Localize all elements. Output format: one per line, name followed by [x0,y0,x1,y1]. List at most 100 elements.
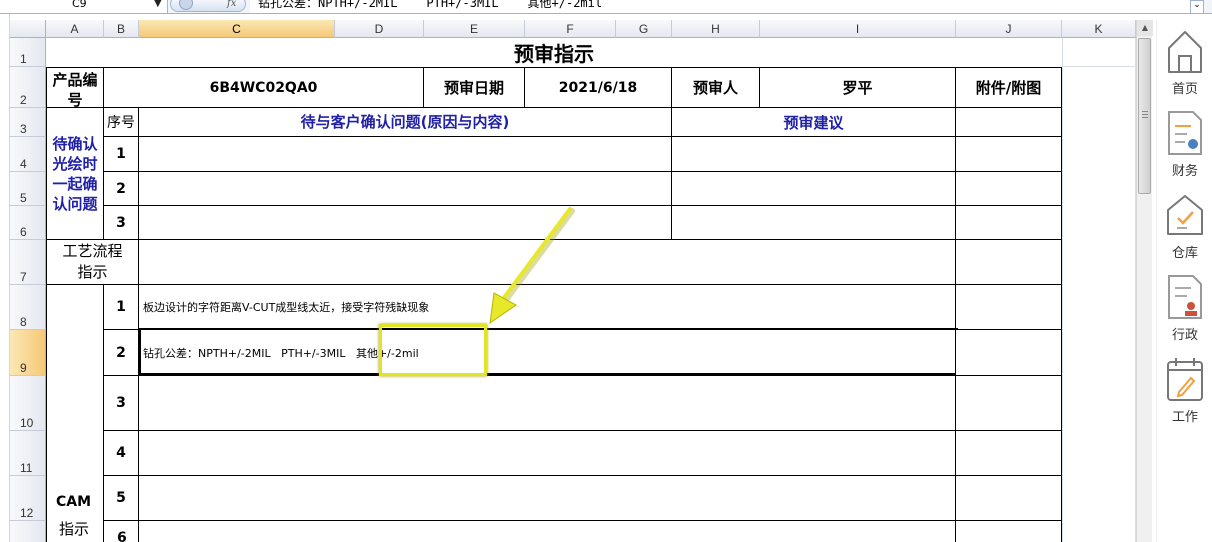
column-header-a[interactable]: A [46,20,104,38]
name-box-value: C9 [72,0,87,10]
highlight-box-annotation [379,324,487,376]
admin-document-icon [1168,275,1202,319]
cancel-icon[interactable] [179,0,193,10]
attachment-label[interactable]: 附件/附图 [956,67,1062,108]
row-header-9[interactable]: 9 [10,330,46,376]
formula-buttons[interactable]: fx [170,0,246,12]
attachment-cell[interactable] [956,521,1062,542]
seq-header[interactable]: 序号 [104,108,139,137]
confirm-question-header[interactable]: 待与客户确认问题(原因与内容) [139,108,672,137]
cam-seq[interactable]: 6 [104,521,139,542]
row-header-8[interactable]: 8 [10,285,46,330]
column-header-g[interactable]: G [616,20,672,38]
scrollbar-thumb[interactable] [1138,38,1151,194]
row-header-5[interactable]: 5 [10,172,46,206]
pending-question-cell[interactable] [139,206,672,240]
attachment-cell[interactable] [956,431,1062,476]
cam-seq[interactable]: 4 [104,431,139,476]
arrow-annotation-icon [489,207,575,325]
row-header-12[interactable]: 12 [10,476,46,521]
column-header-k[interactable]: K [1062,20,1136,38]
cam-seq[interactable]: 5 [104,476,139,521]
column-header-d[interactable]: D [335,20,424,38]
product-no-value[interactable]: 6B4WC02QA0 [104,67,424,108]
pending-seq[interactable]: 1 [104,137,139,172]
cam-section-label[interactable]: CAM 指示 [46,285,104,542]
row-header-6[interactable]: 6 [10,206,46,240]
cam-instruction-cell[interactable] [139,376,956,431]
expand-formula-bar-icon[interactable]: ⌄ [1190,0,1204,13]
name-box[interactable]: C9 ▼ [0,0,168,13]
side-nav-work[interactable]: 工作 [1157,350,1212,425]
side-nav-warehouse[interactable]: 仓库 [1157,186,1212,261]
attachment-cell[interactable] [956,240,1062,285]
column-header-i[interactable]: I [760,20,956,38]
cam-seq[interactable]: 1 [104,285,139,330]
column-header-f[interactable]: F [525,20,616,38]
pending-question-cell[interactable] [139,137,672,172]
column-header-b[interactable]: B [104,20,139,38]
row-header-1[interactable]: 1 [10,38,46,67]
row-header-13[interactable] [10,521,46,542]
warehouse-icon [1167,195,1203,235]
insert-function-icon[interactable]: fx [227,0,236,9]
side-nav-label: 仓库 [1171,246,1198,261]
attachment-cell[interactable] [956,172,1062,206]
cam-instruction-cell[interactable] [139,431,956,476]
product-no-label[interactable]: 产品编号 [46,67,104,108]
review-advice-header[interactable]: 预审建议 [672,108,956,137]
review-date-value[interactable]: 2021/6/18 [525,67,672,108]
pending-seq[interactable]: 2 [104,172,139,206]
process-label[interactable]: 工艺流程指示 [46,240,139,285]
reviewer-label[interactable]: 预审人 [672,67,760,108]
cell-selection-outline [139,328,958,375]
attachment-cell[interactable] [956,108,1062,137]
attachment-cell[interactable] [956,376,1062,431]
name-box-dropdown-icon[interactable]: ▼ [154,0,162,9]
row-header-3[interactable]: 3 [10,108,46,137]
formula-bar: C9 ▼ fx 钻孔公差：NPTH+/-2MIL PTH+/-3MIL 其他+/… [0,0,1212,14]
column-header-c[interactable]: C [139,20,335,38]
home-icon [1168,31,1202,73]
column-header-j[interactable]: J [956,20,1062,38]
column-header-e[interactable]: E [424,20,525,38]
formula-input[interactable]: 钻孔公差：NPTH+/-2MIL PTH+/-3MIL 其他+/-2mil [250,0,1190,13]
select-all-corner[interactable] [10,20,46,38]
cam-instruction-cell[interactable] [139,476,956,521]
pending-seq[interactable]: 3 [104,206,139,240]
row-header-10[interactable]: 10 [10,376,46,431]
row-header-11[interactable]: 11 [10,431,46,476]
side-nav-label: 财务 [1171,164,1198,179]
attachment-cell[interactable] [956,206,1062,240]
pending-question-cell[interactable] [139,172,672,206]
cam-label: CAM [56,494,92,510]
side-navigation: 首页 财务 仓库 行政 工作 [1156,20,1212,542]
attachment-cell[interactable] [956,137,1062,172]
vertical-scrollbar[interactable]: ▲ [1136,20,1153,542]
side-nav-home[interactable]: 首页 [1157,22,1212,97]
finance-document-icon [1168,111,1202,155]
pending-advice-cell[interactable] [672,172,956,206]
row-header-7[interactable]: 7 [10,240,46,285]
attachment-cell[interactable] [956,330,1062,376]
cam-indication-label: 指示 [59,520,90,538]
cam-instruction-cell[interactable] [139,521,956,542]
sheet-left-margin [0,14,10,542]
row-header-4[interactable]: 4 [10,137,46,172]
pending-advice-cell[interactable] [672,137,956,172]
side-nav-label: 首页 [1171,82,1198,97]
attachment-cell[interactable] [956,476,1062,521]
attachment-cell[interactable] [956,285,1062,330]
scroll-up-icon[interactable]: ▲ [1137,20,1153,36]
sheet-title[interactable]: 预审指示 [46,38,1062,67]
row-header-2[interactable]: 2 [10,67,46,108]
cam-seq[interactable]: 3 [104,376,139,431]
review-date-label[interactable]: 预审日期 [424,67,525,108]
side-nav-finance[interactable]: 财务 [1157,104,1212,179]
reviewer-value[interactable]: 罗平 [760,67,956,108]
column-header-h[interactable]: H [672,20,760,38]
side-nav-admin[interactable]: 行政 [1157,268,1212,343]
pending-advice-cell[interactable] [672,206,956,240]
pending-section-label[interactable]: 待确认光绘时一起确认问题 [46,108,104,240]
cam-seq[interactable]: 2 [104,330,139,376]
